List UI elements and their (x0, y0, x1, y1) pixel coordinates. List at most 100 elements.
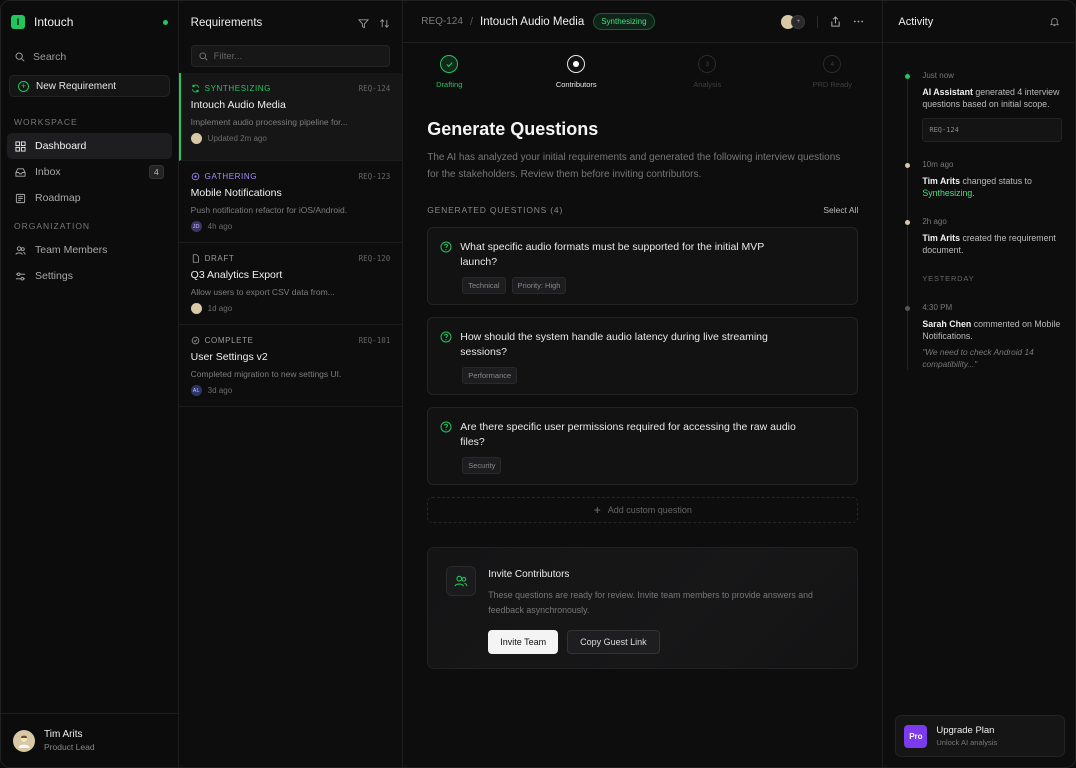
bell-icon[interactable] (1049, 16, 1060, 27)
sidebar-item-inbox[interactable]: Inbox 4 (7, 159, 172, 185)
requirement-description: Push notification refactor for iOS/Andro… (190, 205, 348, 215)
plus-icon: + (18, 80, 29, 92)
user-name: Tim Arits (44, 729, 83, 740)
question-card[interactable]: Are there specific user permissions requ… (427, 407, 859, 485)
collaborator-avatars[interactable]: + (781, 14, 806, 29)
pro-badge: Pro (904, 724, 928, 748)
breadcrumb-separator: / (469, 15, 473, 28)
requirement-updated: 3d ago (207, 386, 233, 395)
requirement-id: REQ-123 (358, 172, 391, 181)
status-badge: Synthesizing (593, 13, 655, 30)
filter-input[interactable] (213, 50, 364, 62)
step-analysis[interactable]: 3 Analysis (667, 55, 747, 89)
app-window: I Intouch Search + New Requirement WORKS… (0, 0, 1076, 768)
progress-stepper: Drafting Contributors 3 Analysis 4 PRD R… (425, 43, 860, 107)
document-icon (192, 254, 199, 263)
user-profile[interactable]: Tim Arits Product Lead (1, 713, 178, 767)
sidebar-item-label: Roadmap (35, 192, 81, 204)
avatar (190, 133, 202, 144)
users-icon (446, 566, 477, 596)
activity-time: 4:30 PM (922, 303, 953, 312)
questions-header: GENERATED QUESTIONS (4) (427, 205, 564, 215)
activity-time: Just now (922, 71, 954, 80)
requirements-title: Requirements (190, 17, 263, 29)
current-step-icon (567, 55, 586, 73)
sidebar-item-roadmap[interactable]: Roadmap (7, 185, 172, 211)
requirement-name: User Settings v2 (190, 351, 268, 363)
help-circle-icon (440, 331, 452, 343)
requirement-card[interactable]: COMPLETE REQ-101 User Settings v2 Comple… (178, 325, 403, 407)
sliders-icon (15, 271, 26, 282)
activity-timeline: Just now AI Assistant generated 4 interv… (905, 71, 1075, 370)
user-role: Product Lead (44, 742, 95, 752)
sidebar-item-dashboard[interactable]: Dashboard (7, 133, 172, 159)
main-topbar: REQ-124 / Intouch Audio Media Synthesizi… (403, 1, 883, 43)
upgrade-plan-card[interactable]: Pro Upgrade Plan Unlock AI analysis (895, 715, 1065, 757)
step-prd-ready[interactable]: 4 PRD Ready (792, 55, 872, 89)
invite-team-button[interactable]: Invite Team (488, 630, 559, 654)
sort-icon[interactable] (379, 18, 390, 29)
section-heading: Generate Questions (427, 119, 599, 139)
requirement-id: REQ-120 (358, 254, 391, 263)
timeline-dot (905, 74, 911, 79)
add-question-label: Add custom question (607, 505, 692, 515)
search-icon (15, 52, 25, 62)
select-all-button[interactable]: Select All (823, 205, 858, 215)
status-label: DRAFT (191, 254, 235, 263)
timeline-dot (905, 306, 911, 311)
activity-text: Tim Arits created the requirement docume… (922, 233, 1056, 255)
more-icon[interactable] (853, 16, 864, 27)
activity-text: AI Assistant generated 4 interview quest… (922, 87, 1060, 109)
grid-icon (15, 140, 26, 152)
status-label: GATHERING (191, 172, 257, 181)
upgrade-subtitle: Unlock AI analysis (936, 738, 998, 747)
avatar (13, 729, 35, 752)
requirement-card[interactable]: GATHERING REQ-123 Mobile Notifications P… (178, 161, 403, 243)
new-requirement-label: New Requirement (36, 80, 117, 92)
filter-icon[interactable] (358, 18, 370, 29)
step-label: Contributors (555, 80, 597, 89)
breadcrumb-id[interactable]: REQ-124 (421, 16, 463, 27)
requirement-description: Completed migration to new settings UI. (190, 369, 342, 379)
sidebar-search[interactable]: Search (1, 43, 178, 71)
requirement-card[interactable]: SYNTHESIZING REQ-124 Intouch Audio Media… (178, 73, 403, 161)
timeline-dot (905, 163, 911, 168)
step-label: PRD Ready (812, 80, 853, 89)
activity-title: Activity (898, 15, 934, 28)
activity-reference[interactable]: REQ-124 (922, 118, 1063, 142)
workspace-section-label: WORKSPACE (14, 117, 78, 127)
requirement-card[interactable]: DRAFT REQ-120 Q3 Analytics Export Allow … (178, 243, 403, 325)
step-number: 4 (823, 55, 842, 73)
upgrade-title: Upgrade Plan (936, 725, 995, 736)
timeline-divider: YESTERDAY (922, 274, 975, 283)
sidebar-item-label: Dashboard (35, 140, 87, 152)
invite-contributors-panel: Invite Contributors These questions are … (427, 547, 859, 669)
step-contributors[interactable]: Contributors (536, 55, 616, 89)
target-icon (191, 172, 199, 181)
add-custom-question-button[interactable]: + Add custom question (427, 497, 859, 523)
page-title: Intouch Audio Media (480, 15, 585, 28)
activity-text: Tim Arits changed status to Synthesizing… (922, 176, 1032, 198)
sidebar-item-settings[interactable]: Settings (7, 263, 172, 289)
brand[interactable]: I Intouch (1, 1, 178, 43)
check-circle-icon (191, 336, 199, 345)
step-label: Analysis (693, 80, 722, 89)
filter-field[interactable] (190, 45, 391, 67)
avatar (190, 303, 202, 314)
requirements-header: Requirements (179, 1, 403, 45)
copy-guest-link-button[interactable]: Copy Guest Link (567, 630, 660, 654)
step-number: 3 (698, 55, 717, 73)
question-card[interactable]: How should the system handle audio laten… (427, 317, 859, 395)
sidebar-item-team-members[interactable]: Team Members (7, 237, 172, 263)
question-tag: Security (462, 457, 502, 474)
main-content: REQ-124 / Intouch Audio Media Synthesizi… (403, 1, 884, 767)
share-icon[interactable] (830, 16, 841, 27)
activity-text: Sarah Chen commented on Mobile Notificat… (922, 319, 1061, 341)
requirement-updated: Updated 2m ago (207, 134, 267, 143)
roadmap-icon (15, 193, 26, 204)
section-description: The AI has analyzed your initial require… (427, 152, 841, 180)
new-requirement-button[interactable]: + New Requirement (9, 75, 170, 97)
question-card[interactable]: What specific audio formats must be supp… (427, 227, 859, 305)
question-text: How should the system handle audio laten… (460, 331, 768, 358)
step-drafting[interactable]: Drafting (409, 55, 489, 89)
